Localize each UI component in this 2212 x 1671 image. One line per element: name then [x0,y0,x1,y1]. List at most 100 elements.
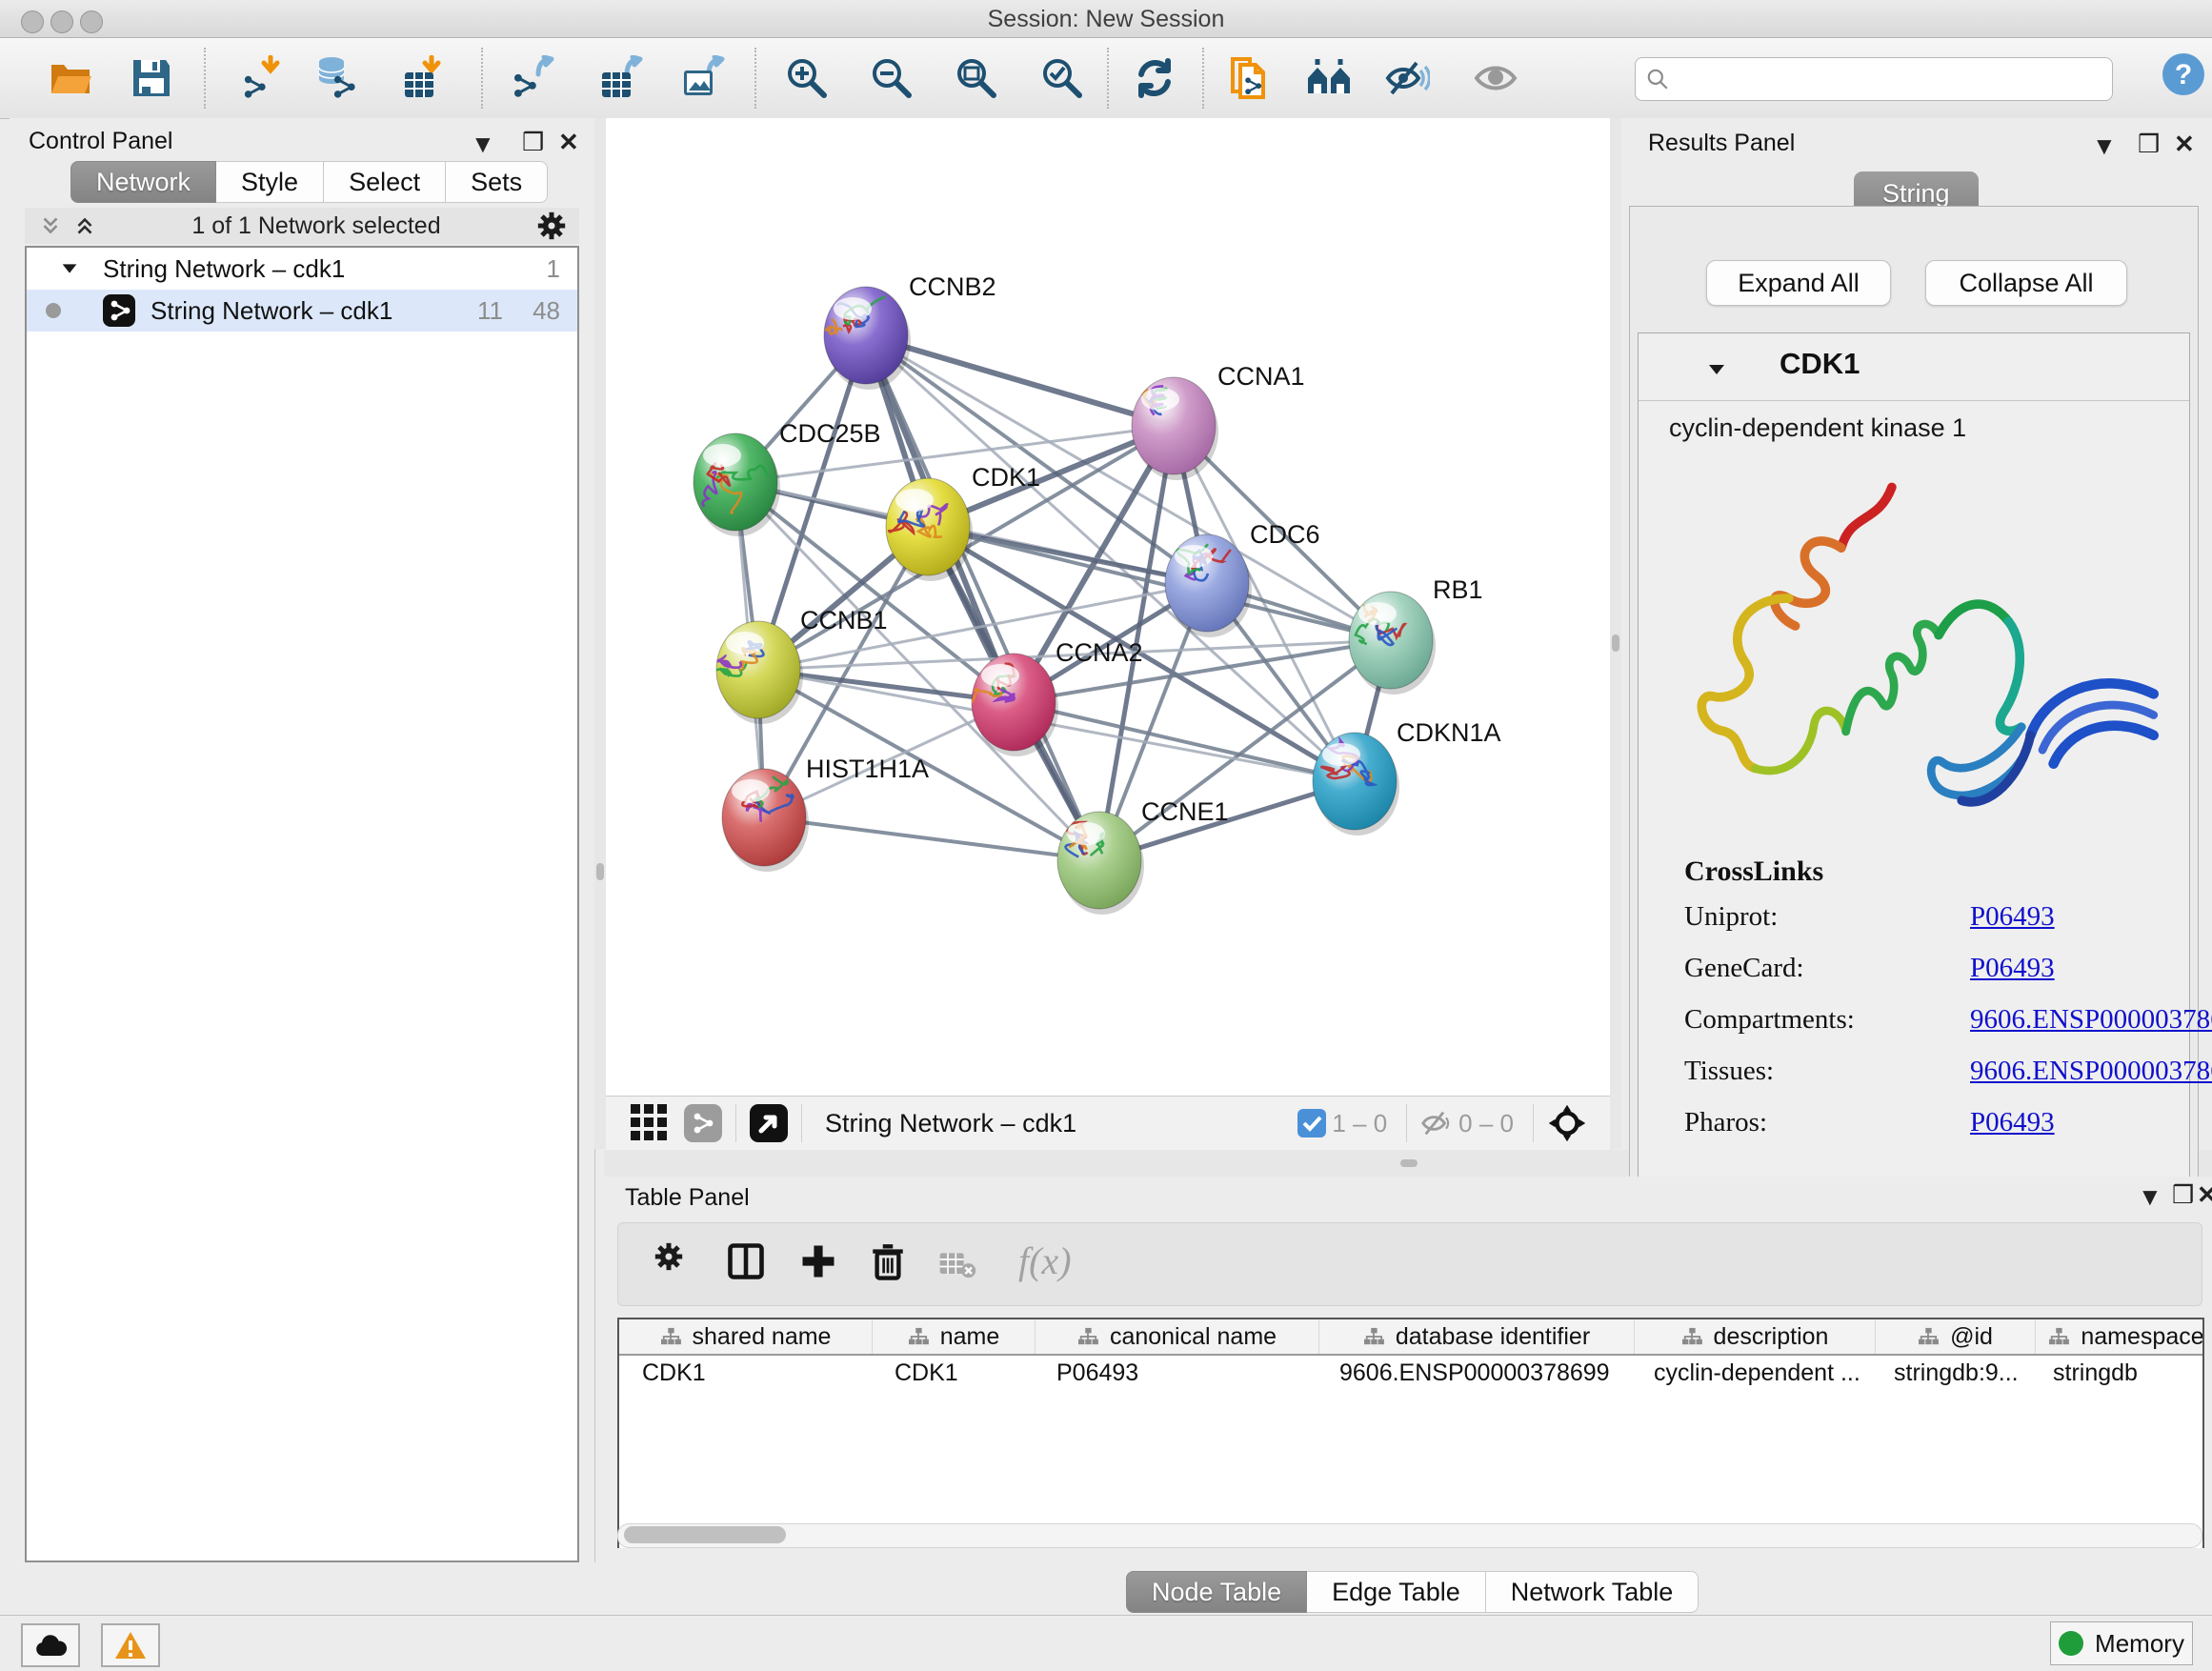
network-node-hist1h1a[interactable]: HIST1H1A [722,755,929,872]
network-node-cdc25b[interactable]: CDC25B [694,419,881,536]
tab-sets[interactable]: Sets [446,161,548,203]
refresh-icon[interactable] [1132,55,1177,101]
zoom-out-icon[interactable] [869,55,915,101]
close-panel-icon[interactable]: ✕ [558,128,579,157]
collapse-panel-icon[interactable]: ▼ [2138,1182,2162,1212]
help-icon[interactable]: ? [2161,51,2206,97]
crosslink-link[interactable]: P06493 [1970,901,2055,943]
column-header-description[interactable]: description [1635,1319,1876,1354]
tab-style[interactable]: Style [216,161,324,203]
caret-down-icon[interactable] [59,258,80,279]
clipboard-network-icon[interactable] [1225,55,1271,101]
import-network-from-database-icon[interactable] [312,55,358,101]
right-splitter[interactable] [1610,118,1621,1149]
table-cell[interactable]: stringdb:9... [1871,1356,2030,1392]
network-node-cdkn1a[interactable]: CDKN1A [1313,718,1501,836]
table-cell[interactable]: stringdb [2030,1356,2204,1392]
column-header-namespace[interactable]: namespace [2036,1319,2204,1354]
open-session-icon[interactable] [48,55,93,101]
column-header--id[interactable]: @id [1876,1319,2036,1354]
crosslink-link[interactable]: 9606.ENSP00000378699 [1970,1004,2212,1046]
import-network-icon[interactable] [238,55,284,101]
horizontal-scrollbar[interactable] [617,1523,2202,1548]
network-node-ccne1[interactable]: CCNE1 [1057,797,1229,915]
toolbar-separator [735,1104,736,1142]
network-node-cdc6[interactable]: CDC6 [1165,520,1320,637]
table-cell[interactable]: CDK1 [872,1356,1034,1392]
cloud-button[interactable] [21,1623,80,1667]
delete-column-icon[interactable] [868,1240,915,1288]
float-panel-icon[interactable]: ❒ [2138,130,2160,159]
search-input[interactable] [1678,62,2101,96]
neighborhood-icon[interactable] [1306,55,1352,101]
close-panel-icon[interactable]: ✕ [2174,130,2195,159]
tab-network[interactable]: Network [70,161,216,203]
column-header-shared-name[interactable]: shared name [619,1319,873,1354]
protein-header-row[interactable]: CDK1 [1639,333,2189,401]
scrollbar-thumb[interactable] [624,1526,786,1543]
left-splitter[interactable] [594,118,606,1149]
table-row[interactable]: CDK1CDK1P064939606.ENSP00000378699cyclin… [619,1356,2202,1393]
collapse-all-button[interactable]: Collapse All [1925,260,2127,306]
network-edge[interactable] [764,817,1099,860]
network-node-cdk1[interactable]: CDK1 [886,463,1040,581]
search-field[interactable] [1635,57,2113,101]
export-table-icon[interactable] [598,55,644,101]
tab-edge-table[interactable]: Edge Table [1307,1571,1486,1613]
fit-selected-crosshair-icon[interactable] [1547,1103,1587,1143]
table-header-row[interactable]: shared namenamecanonical namedatabase id… [619,1319,2202,1356]
expand-all-chevron-icon[interactable] [38,213,63,238]
save-session-icon[interactable] [129,55,174,101]
float-panel-icon[interactable]: ❒ [522,128,544,157]
zoom-fit-icon[interactable] [954,55,999,101]
zoom-selected-icon[interactable] [1039,55,1085,101]
float-panel-icon[interactable]: ❒ [2172,1180,2194,1210]
hide-selected-icon[interactable] [1384,55,1430,101]
crosslink-link[interactable]: 9606.ENSP00000378699 [1970,1056,2212,1097]
caret-down-icon[interactable] [1705,358,1728,381]
network-status-dot [46,303,61,318]
share-network-icon[interactable] [684,1104,722,1142]
network-view-toolbar: String Network – cdk1 1 – 0 0 – 0 [604,1096,1610,1150]
network-collection-row[interactable]: String Network – cdk1 1 [27,248,577,290]
network-edge[interactable] [866,335,1174,426]
column-header-canonical-name[interactable]: canonical name [1036,1319,1319,1354]
close-panel-icon[interactable]: ✕ [2197,1180,2212,1210]
table-cell[interactable]: cyclin-dependent ... [1631,1356,1871,1392]
table-cell[interactable]: 9606.ENSP00000378699 [1317,1356,1631,1392]
table-cell[interactable]: CDK1 [619,1356,872,1392]
grid-view-icon[interactable] [631,1104,669,1142]
selected-checkbox-icon[interactable] [1297,1109,1326,1137]
network-canvas[interactable]: CCNB2CCNA1CDC25BCDK1CDC6RB1CCNB1CCNA2CDK… [604,118,1610,1096]
crosslink-row: Uniprot:P06493 [1684,901,2212,943]
zoom-in-icon[interactable] [784,55,830,101]
collapse-panel-icon[interactable]: ▼ [2092,131,2117,161]
birdseye-view-icon[interactable] [750,1104,788,1142]
warning-button[interactable] [101,1623,160,1667]
network-row[interactable]: String Network – cdk1 11 48 [27,290,577,332]
network-node-rb1[interactable]: RB1 [1349,575,1483,695]
network-options-gear-icon[interactable] [535,210,568,242]
table-cell[interactable]: P06493 [1034,1356,1317,1392]
tab-select[interactable]: Select [324,161,446,203]
crosslink-link[interactable]: P06493 [1970,953,2055,995]
create-column-icon[interactable] [797,1240,845,1288]
import-table-icon[interactable] [399,55,445,101]
column-header-database-identifier[interactable]: database identifier [1319,1319,1635,1354]
tab-network-table[interactable]: Network Table [1486,1571,1699,1613]
table-options-gear-icon[interactable] [653,1240,700,1288]
node-table-grid[interactable]: shared namenamecanonical namedatabase id… [617,1318,2204,1548]
show-columns-icon[interactable] [725,1240,773,1288]
collapse-all-chevron-icon[interactable] [72,213,97,238]
memory-button[interactable]: Memory [2050,1621,2193,1665]
column-header-name[interactable]: name [873,1319,1036,1354]
tab-node-table[interactable]: Node Table [1126,1571,1307,1613]
network-graph[interactable]: CCNB2CCNA1CDC25BCDK1CDC6RB1CCNB1CCNA2CDK… [604,118,1610,1096]
network-node-ccnb2[interactable]: CCNB2 [824,272,996,390]
collapse-panel-icon[interactable]: ▼ [471,130,495,159]
expand-all-button[interactable]: Expand All [1706,260,1891,306]
export-image-icon[interactable] [680,55,726,101]
export-network-icon[interactable] [510,55,555,101]
network-node-ccna1[interactable]: CCNA1 [1132,362,1305,480]
crosslink-link[interactable]: P06493 [1970,1107,2055,1149]
